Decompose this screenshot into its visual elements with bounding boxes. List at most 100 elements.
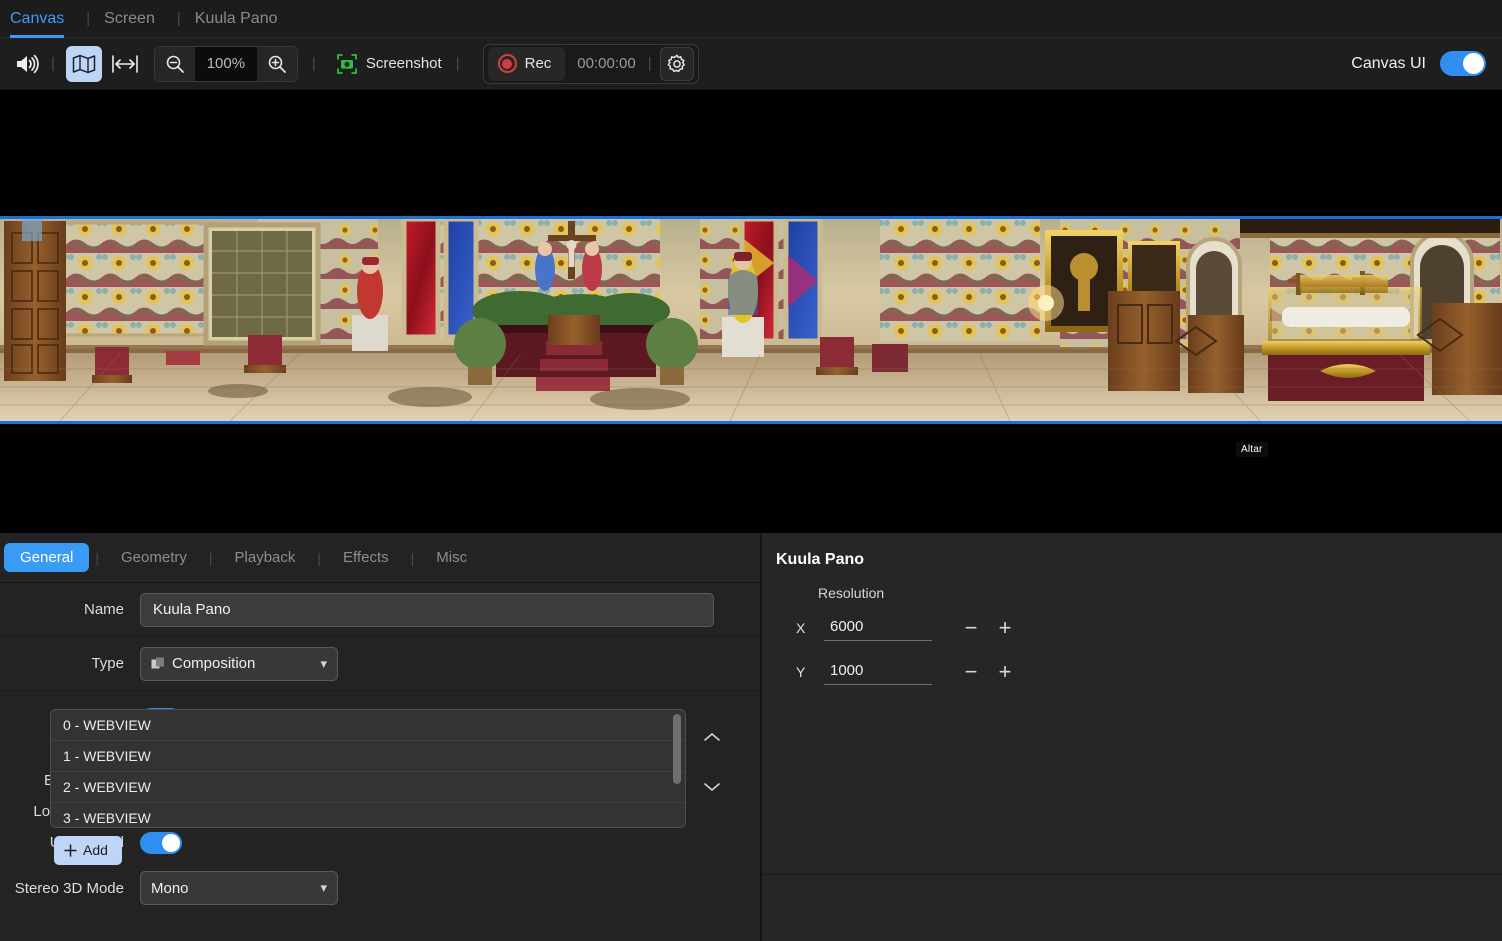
camera-icon [337, 54, 357, 74]
stereo-3d-row: Stereo 3D Mode Mono ▾ [0, 858, 760, 910]
list-item-label: 2 - WEBVIEW [63, 779, 151, 795]
tab-screen[interactable]: Screen [104, 0, 155, 38]
tab-effects[interactable]: Effects [327, 543, 405, 572]
list-item[interactable]: 0 - WEBVIEW [51, 710, 685, 741]
list-scrollbar-thumb[interactable] [673, 714, 681, 784]
chevron-down-icon: ▾ [320, 880, 327, 896]
screenshot-button[interactable]: Screenshot [337, 54, 442, 74]
list-item[interactable]: 3 - WEBVIEW [51, 803, 685, 828]
list-scrollbar[interactable] [673, 714, 681, 825]
record-group: Rec 00:00:00 | [483, 44, 699, 84]
tab-kuula-pano[interactable]: Kuula Pano [195, 0, 278, 38]
list-item-label: 3 - WEBVIEW [63, 810, 151, 826]
list-item-label: 0 - WEBVIEW [63, 717, 151, 733]
tab-screen-label: Screen [104, 10, 155, 28]
canvas-ui-label: Canvas UI [1351, 55, 1426, 73]
stereo-3d-select[interactable]: Mono ▾ [140, 871, 338, 905]
add-button[interactable]: Add [54, 836, 122, 865]
panel-divider[interactable] [760, 533, 762, 941]
tab-separator-2: | [177, 10, 181, 27]
zoom-out-icon[interactable] [155, 47, 195, 81]
type-row: Type Composition ▾ [0, 637, 760, 691]
list-item[interactable]: 2 - WEBVIEW [51, 772, 685, 803]
tab-kuula-pano-label: Kuula Pano [195, 10, 278, 28]
hotspot-altar-label[interactable]: Altar [1236, 442, 1268, 457]
church-panorama-art [0, 219, 1502, 421]
record-icon [498, 54, 517, 73]
prop-separator-2: | [209, 550, 213, 566]
ui-enabled-toggle[interactable] [140, 832, 182, 854]
tab-canvas[interactable]: Canvas [10, 0, 64, 38]
right-panel-title: Kuula Pano [762, 533, 1502, 569]
list-reorder-controls [696, 712, 728, 812]
zoom-control-group: 100% [154, 46, 298, 82]
tab-playback[interactable]: Playback [219, 543, 312, 572]
record-label: Rec [525, 55, 552, 72]
top-tab-bar: Canvas | Screen | Kuula Pano [0, 0, 1502, 38]
name-input[interactable]: Kuula Pano [140, 593, 714, 627]
resolution-label: Resolution [762, 569, 1502, 601]
add-label: Add [83, 842, 108, 858]
resolution-x-value: 6000 [830, 618, 863, 635]
chevron-up-icon[interactable] [696, 712, 728, 762]
prop-separator-4: | [411, 550, 415, 566]
record-button[interactable]: Rec [488, 47, 566, 81]
resolution-x-input[interactable]: 6000 [824, 615, 932, 641]
zoom-in-icon[interactable] [257, 47, 297, 81]
toolbar-separator-2: | [312, 55, 316, 72]
tab-general[interactable]: General [4, 543, 89, 572]
panorama-object[interactable] [0, 216, 1502, 424]
speaker-icon[interactable] [10, 49, 44, 79]
canvas-stage[interactable]: Altar [0, 90, 1502, 533]
name-row: Name Kuula Pano [0, 583, 760, 637]
properties-area: General | Geometry | Playback | Effects … [0, 533, 1502, 941]
type-label: Type [0, 655, 140, 672]
resolution-x-decrement[interactable]: − [954, 617, 988, 639]
toolbar-separator-3: | [456, 55, 460, 72]
resolution-y-row: Y 1000 − + [762, 659, 1502, 685]
list-item-label: 1 - WEBVIEW [63, 748, 151, 764]
tab-geometry[interactable]: Geometry [105, 543, 203, 572]
composition-icon [151, 657, 165, 671]
resolution-x-row: X 6000 − + [762, 615, 1502, 641]
resolution-x-increment[interactable]: + [988, 617, 1022, 639]
tab-general-label: General [20, 549, 73, 566]
fit-width-icon[interactable] [108, 49, 142, 79]
map-icon[interactable] [66, 46, 102, 82]
resolution-y-decrement[interactable]: − [954, 661, 988, 683]
main-toolbar: | [0, 38, 1502, 90]
list-item[interactable]: 1 - WEBVIEW [51, 741, 685, 772]
gear-icon[interactable] [660, 47, 694, 81]
screenshot-label: Screenshot [366, 55, 442, 72]
tab-separator-1: | [86, 10, 90, 27]
name-label: Name [0, 601, 140, 618]
toolbar-separator-4: | [648, 55, 652, 72]
chevron-down-icon: ▾ [320, 656, 327, 672]
type-select[interactable]: Composition ▾ [140, 647, 338, 681]
kuula-pano-settings-panel: Kuula Pano Resolution X 6000 − + Y 1000 … [762, 533, 1502, 941]
type-select-value: Composition [172, 655, 255, 672]
tab-misc-label: Misc [436, 549, 467, 566]
app-root: Canvas | Screen | Kuula Pano | [0, 0, 1502, 941]
tab-misc[interactable]: Misc [420, 543, 483, 572]
tab-effects-label: Effects [343, 549, 389, 566]
resolution-y-label: Y [796, 664, 824, 680]
chevron-down-icon[interactable] [696, 762, 728, 812]
panorama-image [0, 219, 1502, 421]
zoom-level-value[interactable]: 100% [195, 55, 257, 72]
resolution-y-increment[interactable]: + [988, 661, 1022, 683]
stereo-3d-label: Stereo 3D Mode [0, 880, 140, 897]
tab-playback-label: Playback [235, 549, 296, 566]
webview-list[interactable]: 0 - WEBVIEW 1 - WEBVIEW 2 - WEBVIEW 3 - … [50, 709, 686, 828]
prop-separator-3: | [317, 550, 321, 566]
tab-geometry-label: Geometry [121, 549, 187, 566]
resolution-y-value: 1000 [830, 662, 863, 679]
canvas-ui-toggle[interactable] [1440, 51, 1486, 76]
plus-icon [64, 844, 77, 857]
resolution-x-label: X [796, 620, 824, 636]
resolution-y-input[interactable]: 1000 [824, 659, 932, 685]
prop-separator-1: | [95, 550, 99, 566]
properties-tab-bar: General | Geometry | Playback | Effects … [0, 533, 760, 583]
toolbar-separator-1: | [51, 55, 55, 72]
canvas-ui-control: Canvas UI [1351, 51, 1486, 76]
